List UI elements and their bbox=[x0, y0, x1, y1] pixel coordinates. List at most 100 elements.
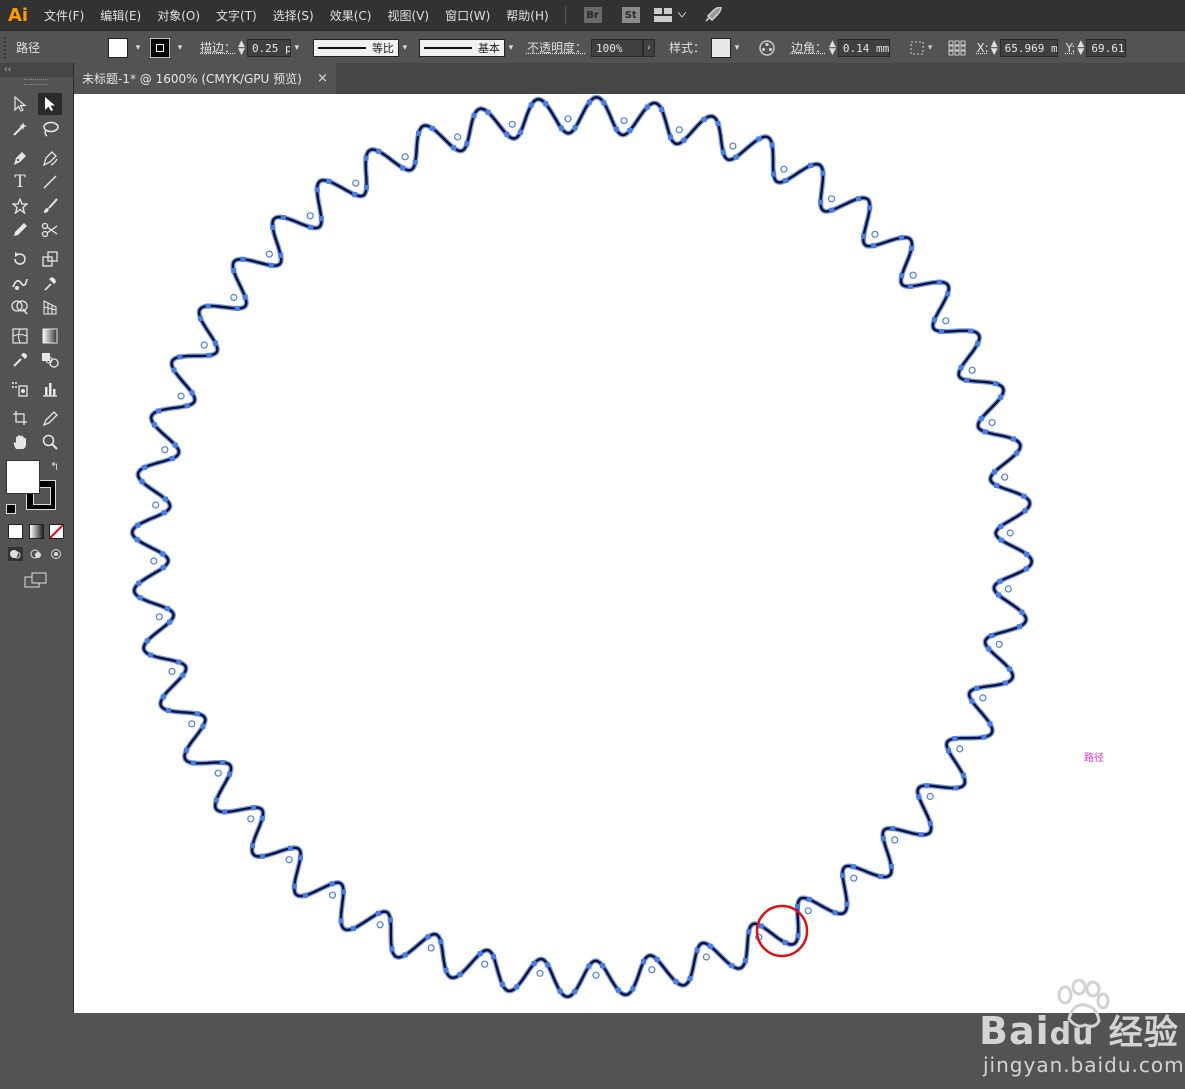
anchor-point[interactable] bbox=[909, 245, 914, 251]
anchor-point[interactable] bbox=[429, 125, 435, 131]
anchor-point[interactable] bbox=[981, 734, 987, 740]
anchor-point[interactable] bbox=[992, 469, 997, 475]
anchor-point[interactable] bbox=[907, 283, 913, 289]
anchor-point[interactable] bbox=[586, 963, 592, 969]
anchor-point[interactable] bbox=[997, 578, 1003, 584]
x-label[interactable]: X: bbox=[976, 41, 988, 55]
paintbrush-tool-icon[interactable] bbox=[38, 195, 62, 217]
anchor-point[interactable] bbox=[1007, 666, 1013, 672]
anchor-point[interactable] bbox=[615, 987, 621, 993]
anchor-point[interactable] bbox=[308, 224, 314, 230]
anchor-point[interactable] bbox=[1014, 450, 1020, 456]
anchor-point[interactable] bbox=[250, 843, 255, 849]
anchor-point[interactable] bbox=[160, 565, 166, 571]
live-corner-widget[interactable] bbox=[891, 836, 899, 844]
anchor-point[interactable] bbox=[504, 132, 510, 137]
anchor-point[interactable] bbox=[1010, 436, 1016, 442]
anchor-point[interactable] bbox=[673, 979, 679, 985]
anchor-point[interactable] bbox=[171, 367, 177, 373]
screen-mode-icon[interactable] bbox=[24, 572, 48, 588]
anchor-point[interactable] bbox=[259, 853, 265, 859]
anchor-point[interactable] bbox=[240, 256, 246, 262]
perspective-grid-tool-icon[interactable] bbox=[38, 296, 62, 318]
anchor-point[interactable] bbox=[952, 736, 958, 742]
anchor-point[interactable] bbox=[161, 510, 167, 516]
anchor-point[interactable] bbox=[340, 889, 346, 895]
profile-chevron-icon[interactable]: ▾ bbox=[399, 39, 411, 57]
live-corner-widget[interactable] bbox=[850, 874, 858, 882]
slice-tool-icon[interactable] bbox=[38, 407, 62, 429]
opacity-label[interactable]: 不透明度： bbox=[527, 39, 587, 56]
gradient-mode-icon[interactable] bbox=[29, 524, 44, 539]
live-corner-widget[interactable] bbox=[729, 142, 737, 150]
anchor-point[interactable] bbox=[142, 464, 147, 470]
anchor-point[interactable] bbox=[514, 984, 520, 990]
stroke-color-swatch[interactable] bbox=[150, 37, 170, 58]
anchor-point[interactable] bbox=[808, 163, 814, 168]
anchor-point[interactable] bbox=[200, 723, 206, 729]
anchor-point[interactable] bbox=[880, 836, 886, 842]
anchor-point[interactable] bbox=[998, 523, 1004, 529]
live-corner-widget[interactable] bbox=[454, 133, 462, 141]
anchor-point[interactable] bbox=[491, 954, 496, 960]
anchor-point[interactable] bbox=[856, 196, 861, 202]
opacity-arrow-icon[interactable]: › bbox=[642, 38, 655, 57]
eyedropper-tool-icon[interactable] bbox=[8, 349, 32, 371]
anchor-point[interactable] bbox=[326, 178, 332, 184]
direct-selection-tool-icon[interactable] bbox=[38, 93, 62, 115]
live-corner-widget[interactable] bbox=[956, 745, 964, 753]
anchor-point[interactable] bbox=[278, 252, 284, 258]
live-corner-widget[interactable] bbox=[155, 613, 163, 621]
anchor-point[interactable] bbox=[989, 633, 995, 638]
anchor-point[interactable] bbox=[861, 233, 867, 239]
y-label[interactable]: Y: bbox=[1066, 41, 1076, 55]
anchor-point[interactable] bbox=[918, 832, 924, 838]
anchor-point[interactable] bbox=[1021, 493, 1027, 499]
anchor-point[interactable] bbox=[769, 142, 775, 148]
live-corner-widget[interactable] bbox=[168, 667, 176, 676]
anchor-point[interactable] bbox=[729, 963, 735, 969]
anchor-point[interactable] bbox=[600, 963, 606, 969]
pen-tool-icon[interactable] bbox=[8, 147, 32, 169]
anchor-point[interactable] bbox=[627, 128, 633, 133]
anchor-point[interactable] bbox=[291, 883, 297, 889]
type-tool-icon[interactable]: T bbox=[8, 171, 32, 193]
anchor-point[interactable] bbox=[176, 659, 182, 665]
anchor-point[interactable] bbox=[795, 904, 800, 910]
close-tab-icon[interactable]: × bbox=[317, 71, 328, 86]
anchor-point[interactable] bbox=[829, 207, 835, 213]
toolbox-grip[interactable] bbox=[24, 79, 48, 85]
anchor-point[interactable] bbox=[280, 215, 286, 220]
fill-color-swatch[interactable] bbox=[108, 37, 128, 58]
anchor-point[interactable] bbox=[806, 896, 812, 902]
anchor-point[interactable] bbox=[878, 874, 884, 879]
anchor-point[interactable] bbox=[924, 783, 930, 789]
stroke-weight-stepper-icon[interactable]: ▲ ▼ bbox=[238, 39, 245, 56]
live-corner-widget[interactable] bbox=[481, 960, 489, 968]
anchor-point[interactable] bbox=[528, 102, 534, 108]
anchor-point[interactable] bbox=[850, 864, 856, 870]
anchor-point[interactable] bbox=[184, 403, 190, 409]
live-corner-widget[interactable] bbox=[995, 640, 1003, 648]
anchor-point[interactable] bbox=[416, 130, 422, 136]
anchor-point[interactable] bbox=[477, 951, 483, 957]
anchor-point[interactable] bbox=[314, 187, 320, 193]
document-tab[interactable]: 未标题-1* @ 1600% (CMYK/GPU 预览) × bbox=[74, 63, 336, 94]
anchor-point[interactable] bbox=[586, 99, 592, 105]
anchor-point[interactable] bbox=[412, 159, 418, 165]
anchor-point[interactable] bbox=[443, 967, 449, 973]
anchor-point[interactable] bbox=[601, 100, 607, 106]
anchor-point[interactable] bbox=[231, 268, 237, 273]
anchor-point[interactable] bbox=[964, 377, 970, 383]
anchor-point[interactable] bbox=[160, 694, 166, 700]
star-tool-icon[interactable] bbox=[8, 195, 32, 217]
anchor-point[interactable] bbox=[251, 805, 257, 811]
menu-file[interactable]: 文件(F) bbox=[36, 7, 92, 24]
anchor-point[interactable] bbox=[531, 961, 537, 966]
puppet-warp-tool-icon[interactable] bbox=[38, 272, 62, 294]
anchor-point[interactable] bbox=[987, 721, 993, 727]
anchor-point[interactable] bbox=[687, 975, 693, 981]
anchor-point[interactable] bbox=[783, 178, 789, 183]
anchor-point[interactable] bbox=[364, 184, 369, 190]
live-corner-widget[interactable] bbox=[564, 115, 572, 123]
